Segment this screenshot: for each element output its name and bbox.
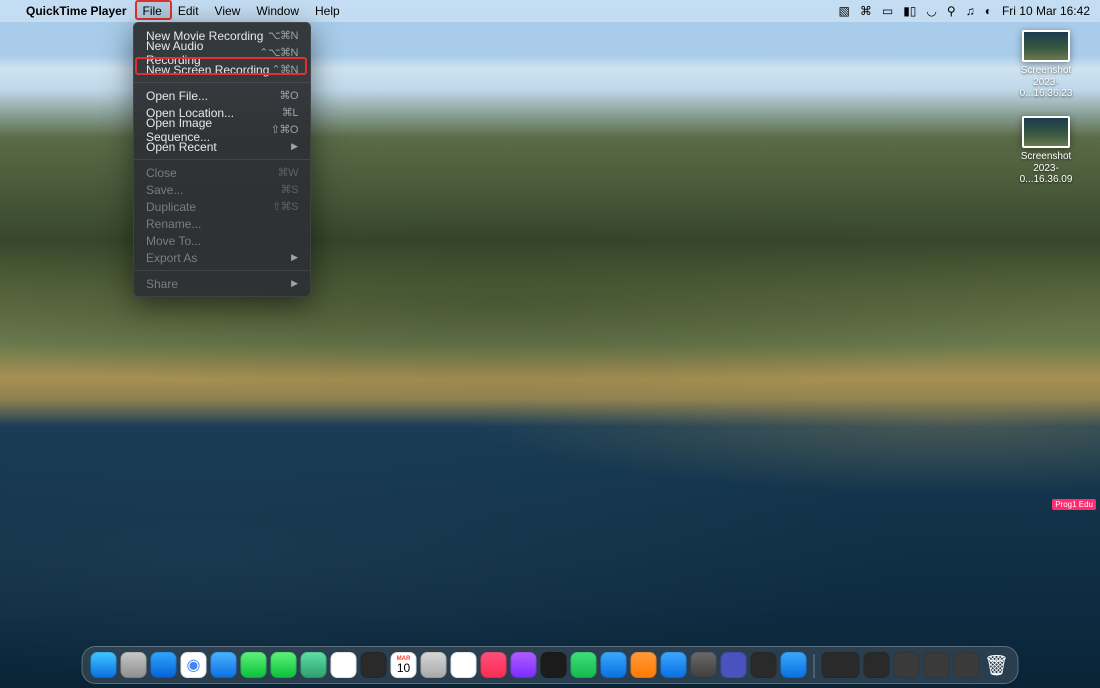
audio-icon[interactable]: ♫: [966, 4, 975, 18]
menu-item-save: Save... ⌘S: [134, 181, 310, 198]
dock-app-appstore[interactable]: [661, 652, 687, 678]
menu-item-move-to: Move To...: [134, 232, 310, 249]
menu-shortcut: ⌘S: [281, 183, 298, 196]
file-label: Screenshot: [1021, 65, 1072, 76]
menu-item-rename: Rename...: [134, 215, 310, 232]
file-thumbnail-icon: [1022, 116, 1070, 148]
menu-item-new-screen-recording[interactable]: New Screen Recording⌃⌘N: [134, 61, 310, 78]
desktop-file-screenshot-2[interactable]: Screenshot2023-0...16.36.09: [1008, 116, 1084, 186]
dock-app-facetime[interactable]: [241, 652, 267, 678]
dock-app-misc3[interactable]: [924, 652, 950, 678]
menu-separator: [134, 159, 310, 160]
battery-icon[interactable]: ▮▯: [903, 4, 916, 18]
dock-app-preview[interactable]: [781, 652, 807, 678]
dock-app-finder[interactable]: [91, 652, 117, 678]
file-label-sub: 2023-0...16.36.23: [1020, 77, 1073, 100]
dock-app-launchpad[interactable]: [121, 652, 147, 678]
dock-app-reminders[interactable]: [451, 652, 477, 678]
dock-separator: [814, 654, 815, 678]
display-icon[interactable]: ▭: [882, 4, 893, 18]
dock-app-appletv[interactable]: [541, 652, 567, 678]
menubar-datetime[interactable]: Fri 10 Mar 16:42: [1002, 4, 1090, 18]
camera-status-icon[interactable]: ▧: [839, 4, 850, 18]
dock-app-safari[interactable]: [151, 652, 177, 678]
dock-app-numbers[interactable]: [571, 652, 597, 678]
menu-shortcut: ⌃⌥⌘N: [259, 46, 298, 59]
dock-app-teams[interactable]: [721, 652, 747, 678]
menu-bar: QuickTime Player File Edit View Window H…: [0, 0, 1100, 22]
dock-app-chrome[interactable]: ◉: [181, 652, 207, 678]
menu-item-duplicate: Duplicate ⇧⌘S: [134, 198, 310, 215]
dock-app-contacts[interactable]: [421, 652, 447, 678]
menu-shortcut: ⇧⌘S: [272, 200, 298, 213]
menu-item-open-image-sequence[interactable]: Open Image Sequence...⇧⌘O: [134, 121, 310, 138]
file-dropdown-menu: New Movie Recording⌥⌘NNew Audio Recordin…: [133, 22, 311, 297]
menu-item-label: Rename...: [146, 217, 201, 231]
menu-shortcut: ⌥⌘N: [268, 29, 298, 42]
file-label-sub: 2023-0...16.36.09: [1020, 163, 1073, 186]
menu-item-label: Save...: [146, 183, 183, 197]
dock-app-calendar[interactable]: MAR10: [391, 652, 417, 678]
menu-file[interactable]: File: [135, 2, 170, 20]
menu-item-label: Share: [146, 277, 178, 291]
search-icon[interactable]: ⚲: [947, 4, 956, 18]
dock-app-photos[interactable]: [331, 652, 357, 678]
dock-app-music[interactable]: [481, 652, 507, 678]
menu-item-close: Close ⌘W: [134, 164, 310, 181]
dock-app-preferences[interactable]: [691, 652, 717, 678]
submenu-arrow-icon: ▶: [291, 278, 298, 289]
menu-help[interactable]: Help: [307, 2, 348, 20]
dock-app-misc2[interactable]: [894, 652, 920, 678]
dock-app-maps[interactable]: [301, 652, 327, 678]
submenu-arrow-icon: ▶: [291, 141, 298, 152]
corner-badge: Prog1 Edu: [1052, 499, 1096, 510]
menu-shortcut: ⌘W: [278, 166, 298, 179]
calendar-day-label: 10: [397, 662, 410, 674]
dock-app-trash[interactable]: 🗑: [984, 652, 1010, 678]
dock-app-keyboard-pref[interactable]: [822, 652, 860, 678]
desktop-file-screenshot-1[interactable]: Screenshot2023-0...16.36.23: [1008, 30, 1084, 100]
menu-item-label: Export As: [146, 251, 197, 265]
menu-shortcut: ⌘O: [279, 89, 298, 102]
dock-app-pages[interactable]: [631, 652, 657, 678]
menu-item-label: New Screen Recording: [146, 63, 269, 77]
menu-item-label: Duplicate: [146, 200, 196, 214]
dock-app-misc1[interactable]: [864, 652, 890, 678]
menu-window[interactable]: Window: [248, 2, 307, 20]
menu-shortcut: ⌃⌘N: [271, 63, 298, 76]
bluetooth-icon[interactable]: ⌘: [860, 4, 872, 18]
dock-app-podcasts[interactable]: [511, 652, 537, 678]
wifi-icon[interactable]: ◡: [926, 4, 936, 18]
dock: ◉ MAR10 🗑: [82, 646, 1019, 684]
file-label: Screenshot: [1021, 151, 1072, 162]
menu-item-label: Close: [146, 166, 177, 180]
control-center-icon[interactable]: ◐: [985, 4, 992, 18]
menu-item-label: Open File...: [146, 89, 208, 103]
menu-view[interactable]: View: [207, 2, 249, 20]
submenu-arrow-icon: ▶: [291, 252, 298, 263]
menu-shortcut: ⇧⌘O: [271, 123, 298, 136]
menu-item-export-as: Export As ▶: [134, 249, 310, 266]
dock-app-messages[interactable]: [271, 652, 297, 678]
dock-app-screenshot[interactable]: [361, 652, 387, 678]
dock-app-mail[interactable]: [211, 652, 237, 678]
menu-item-label: Move To...: [146, 234, 201, 248]
dock-app-screenshot2[interactable]: [751, 652, 777, 678]
dock-app-misc4[interactable]: [954, 652, 980, 678]
menu-item-label: Open Recent: [146, 140, 217, 154]
menu-separator: [134, 270, 310, 271]
file-thumbnail-icon: [1022, 30, 1070, 62]
menu-item-new-audio-recording[interactable]: New Audio Recording⌃⌥⌘N: [134, 44, 310, 61]
menu-shortcut: ⌘L: [282, 106, 298, 119]
dock-app-keynote[interactable]: [601, 652, 627, 678]
menu-item-share: Share ▶: [134, 275, 310, 292]
menu-edit[interactable]: Edit: [170, 2, 207, 20]
menu-separator: [134, 82, 310, 83]
menu-item-open-file[interactable]: Open File... ⌘O: [134, 87, 310, 104]
app-name[interactable]: QuickTime Player: [18, 4, 135, 18]
